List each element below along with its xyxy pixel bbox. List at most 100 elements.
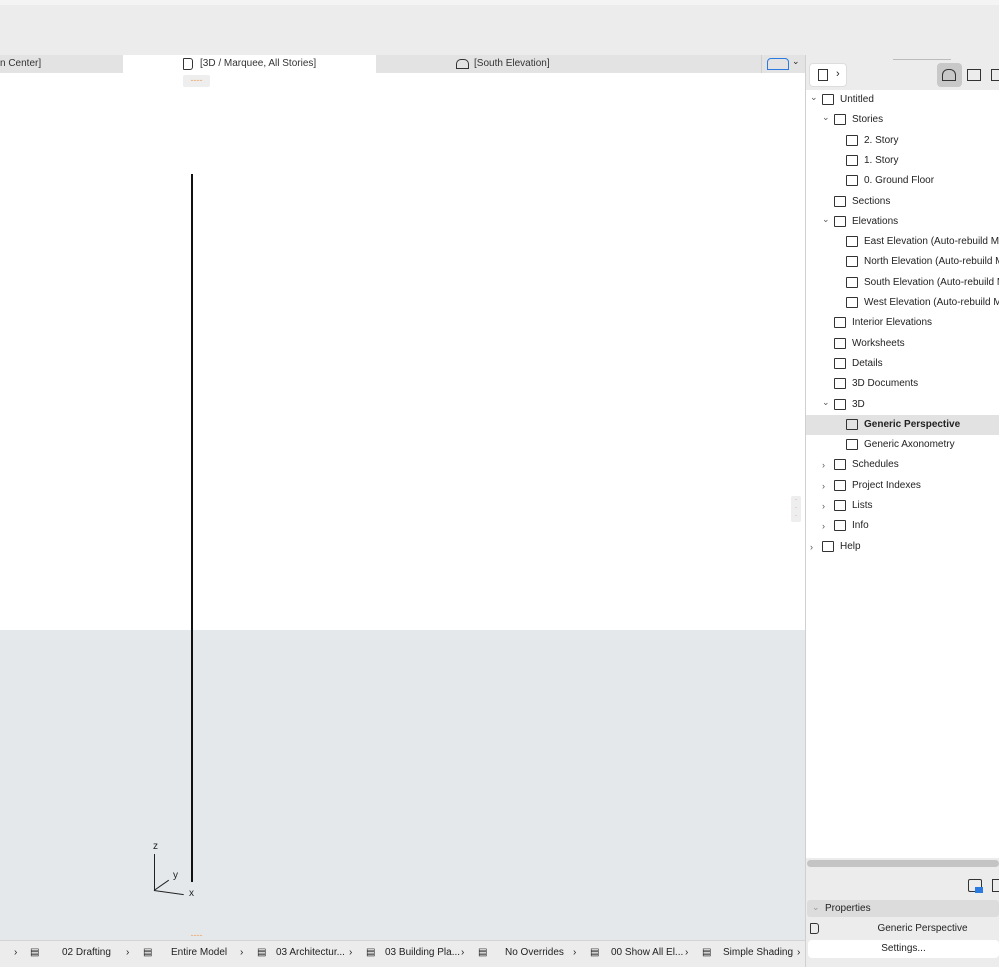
- tree-item-label: Help: [840, 540, 861, 552]
- properties-header[interactable]: ⌄ Properties: [807, 900, 999, 917]
- tree-item[interactable]: ⌄ 3D: [806, 395, 999, 415]
- chevron-down-icon[interactable]: ⌄: [810, 90, 818, 107]
- splitter-handle-bottom[interactable]: ----: [183, 930, 210, 940]
- tree-item-label: Stories: [852, 114, 884, 126]
- tree-item[interactable]: ⌄ Elevations: [806, 212, 999, 232]
- tree-item[interactable]: West Elevation (Auto-rebuild M: [806, 293, 999, 313]
- 3d-viewport[interactable]: ---- · · ·: [0, 73, 805, 630]
- interior-elevation-icon: [834, 317, 846, 329]
- project-map-tab[interactable]: [937, 63, 962, 87]
- tree-item[interactable]: ⌄ Untitled: [806, 90, 999, 110]
- tree-item[interactable]: 3D Documents: [806, 374, 999, 394]
- status-item-6[interactable]: Simple Shading: [723, 941, 793, 965]
- chevron-right-icon[interactable]: ›: [822, 455, 825, 475]
- status-item-3[interactable]: 03 Building Pla...: [385, 941, 460, 965]
- tree-item-label: 3D: [852, 398, 865, 410]
- chevron-down-icon[interactable]: ⌄: [822, 395, 830, 412]
- tree-item[interactable]: Details: [806, 354, 999, 374]
- chevron-right-icon[interactable]: ›: [797, 941, 800, 965]
- chevron-right-icon[interactable]: ›: [573, 941, 576, 965]
- chevron-down-icon[interactable]: ⌄: [822, 110, 830, 127]
- tree-item-label: East Elevation (Auto-rebuild M: [864, 236, 999, 248]
- tree-item[interactable]: Sections: [806, 192, 999, 212]
- tree-item-label: Info: [852, 520, 869, 532]
- info-icon: [834, 520, 846, 532]
- pen-icon: ▤: [257, 947, 267, 958]
- story-icon: [846, 134, 858, 146]
- status-item-4[interactable]: No Overrides: [505, 941, 564, 965]
- section-icon: [834, 195, 846, 207]
- model-element-line[interactable]: [191, 174, 193, 882]
- chevron-down-icon[interactable]: ⌄: [822, 212, 830, 229]
- chevron-right-icon[interactable]: ›: [126, 941, 129, 965]
- status-item-1[interactable]: Entire Model: [171, 941, 227, 965]
- status-item-0[interactable]: 02 Drafting: [62, 941, 111, 965]
- tree-item[interactable]: Generic Axonometry: [806, 435, 999, 455]
- tab-navigator-center[interactable]: n Center]: [0, 55, 122, 73]
- tree-item[interactable]: 2. Story: [806, 131, 999, 151]
- chevron-right-icon[interactable]: ›: [822, 496, 825, 516]
- tree-item-label: Lists: [852, 500, 873, 511]
- chevron-right-icon[interactable]: ›: [14, 941, 17, 965]
- tree-item-label: Project Indexes: [852, 479, 921, 491]
- cube-icon: ▤: [702, 947, 712, 958]
- view-map-tab[interactable]: [967, 69, 981, 81]
- tree-item-label: 1. Story: [864, 154, 899, 166]
- tree-item-label: Worksheets: [852, 337, 905, 349]
- worksheet-icon: [834, 337, 846, 349]
- tree-item[interactable]: 0. Ground Floor: [806, 171, 999, 191]
- elevation-icon: [846, 297, 858, 308]
- tree-item-label: North Elevation (Auto-rebuild M: [864, 256, 999, 268]
- chevron-down-icon[interactable]: ⌄: [792, 56, 800, 67]
- settings-button[interactable]: Settings...: [808, 940, 999, 958]
- clone-view-icon[interactable]: [992, 879, 999, 892]
- tree-item-label: West Elevation (Auto-rebuild M: [864, 297, 999, 308]
- new-view-icon[interactable]: [968, 879, 983, 893]
- layers-icon: ▤: [30, 947, 40, 958]
- chevron-right-icon[interactable]: ›: [685, 941, 688, 965]
- divider: [893, 59, 951, 60]
- tree-item[interactable]: Interior Elevations: [806, 313, 999, 333]
- navigator-mode-button[interactable]: ›: [809, 63, 847, 87]
- tree-item[interactable]: East Elevation (Auto-rebuild M: [806, 232, 999, 252]
- tree-item[interactable]: North Elevation (Auto-rebuild M: [806, 252, 999, 272]
- chevron-right-icon[interactable]: ›: [822, 516, 825, 536]
- status-item-2[interactable]: 03 Architectur...: [276, 941, 345, 965]
- perspective-icon: [810, 923, 819, 934]
- filter-icon: ▤: [590, 947, 600, 958]
- horizontal-scrollbar[interactable]: [807, 860, 999, 867]
- tree-item-label: 0. Ground Floor: [864, 175, 935, 187]
- tab-3d-marquee[interactable]: [3D / Marquee, All Stories]: [123, 55, 376, 73]
- status-bar: › ▤ 02 Drafting › ▤ Entire Model › ▤ 03 Archite…: [0, 940, 805, 964]
- override-icon: ▤: [478, 947, 488, 958]
- chevron-right-icon[interactable]: ›: [810, 537, 813, 557]
- detail-icon: [834, 357, 846, 369]
- splitter-handle-right[interactable]: · · ·: [791, 496, 801, 522]
- tree-item[interactable]: › Help: [806, 537, 999, 557]
- chevron-right-icon[interactable]: ›: [349, 941, 352, 965]
- tree-item[interactable]: › Info: [806, 516, 999, 536]
- chevron-right-icon[interactable]: ›: [240, 941, 243, 965]
- axis-indicator: z y x: [153, 841, 194, 899]
- help-icon: [822, 540, 834, 552]
- tree-item[interactable]: 1. Story: [806, 151, 999, 171]
- tree-item[interactable]: › Schedules: [806, 455, 999, 475]
- tree-item[interactable]: › Lists: [806, 496, 999, 516]
- tree-item[interactable]: ⌄ Stories: [806, 110, 999, 130]
- tree-item[interactable]: Worksheets: [806, 334, 999, 354]
- tree-item-label: Generic Perspective: [864, 418, 961, 430]
- plan-icon: ▤: [366, 947, 376, 958]
- chevron-right-icon[interactable]: ›: [822, 476, 825, 496]
- tree-item[interactable]: South Elevation (Auto-rebuild M: [806, 273, 999, 293]
- elevation-icon: [846, 236, 858, 248]
- window-list-icon[interactable]: [767, 58, 789, 70]
- story-icon: [834, 114, 846, 126]
- status-item-5[interactable]: 00 Show All El...: [611, 941, 683, 965]
- schedule-icon: [834, 459, 846, 471]
- chevron-right-icon[interactable]: ›: [461, 941, 464, 965]
- tree-item[interactable]: Generic Perspective: [806, 414, 999, 435]
- tab-south-elevation[interactable]: [South Elevation]: [377, 55, 762, 73]
- tree-item[interactable]: › Project Indexes: [806, 476, 999, 496]
- splitter-handle-top[interactable]: ----: [183, 75, 210, 87]
- layout-book-tab[interactable]: [991, 69, 999, 81]
